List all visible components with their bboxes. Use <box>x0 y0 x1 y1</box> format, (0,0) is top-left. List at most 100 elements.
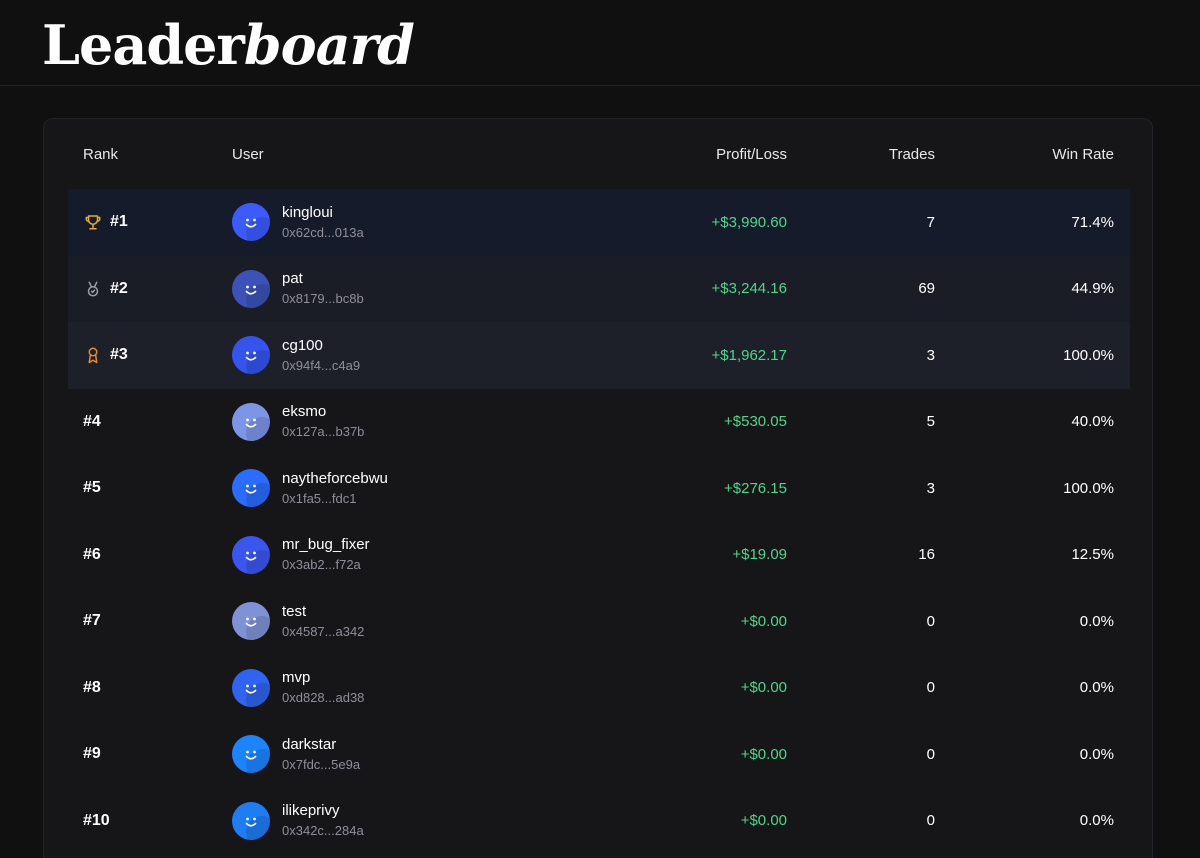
rank-label: #1 <box>110 213 128 231</box>
avatar[interactable] <box>232 801 270 840</box>
username[interactable]: naytheforcebwu <box>282 469 388 488</box>
smiley-face-icon <box>245 616 270 641</box>
win-rate-value: 0.0% <box>1079 612 1114 630</box>
profit-loss-value: +$0.00 <box>740 745 787 763</box>
leaderboard-card: Rank User Profit/Loss Trades Win Rate #1… <box>43 118 1153 858</box>
rank-cell: #1 <box>68 212 232 232</box>
user-cell[interactable]: darkstar 0x7fdc...5e9a <box>232 735 532 774</box>
page-header: Leaderboard <box>0 0 1200 86</box>
leaderboard-page: Leaderboard Rank User Profit/Loss Trades… <box>0 0 1200 858</box>
wallet-address: 0x7fdc...5e9a <box>282 756 361 772</box>
smiley-face-icon <box>245 283 270 308</box>
avatar[interactable] <box>232 336 270 375</box>
avatar[interactable] <box>232 535 270 574</box>
user-cell[interactable]: test 0x4587...a342 <box>232 602 532 641</box>
column-header-win-rate[interactable]: Win Rate <box>935 146 1130 163</box>
table-row[interactable]: #4 eksmo 0x127a...b37b +$530.05 5 40.0% <box>68 389 1130 456</box>
table-row[interactable]: #2 pat 0x8179...bc8b +$3,244.16 69 44.9% <box>68 255 1130 322</box>
profit-loss-value: +$276.15 <box>724 479 787 497</box>
wallet-address: 0x342c...284a <box>282 823 364 839</box>
column-header-profit-loss[interactable]: Profit/Loss <box>532 146 787 163</box>
rank-label: #2 <box>110 279 128 297</box>
table-row[interactable]: #7 test 0x4587...a342 +$0.00 0 0.0% <box>68 588 1130 655</box>
wallet-address: 0x4587...a342 <box>282 623 365 639</box>
user-info: mvp 0xd828...ad38 <box>282 668 364 707</box>
avatar[interactable] <box>232 203 270 242</box>
rank-label: #7 <box>83 612 101 630</box>
table-header: Rank User Profit/Loss Trades Win Rate <box>68 119 1130 189</box>
user-info: eksmo 0x127a...b37b <box>282 402 364 441</box>
table-row[interactable]: #3 cg100 0x94f4...c4a9 +$1,962.17 3 100.0% <box>68 322 1130 389</box>
wallet-address: 0x8179...bc8b <box>282 291 364 307</box>
table-row[interactable]: #6 mr_bug_fixer 0x3ab2...f72a +$19.09 16 12.5… <box>68 522 1130 589</box>
avatar[interactable] <box>232 402 270 441</box>
trades-value: 3 <box>926 479 935 497</box>
smiley-face-icon <box>245 483 270 508</box>
rank-cell: #5 <box>68 479 232 497</box>
username[interactable]: eksmo <box>282 402 364 421</box>
trophy-icon <box>83 212 103 232</box>
username[interactable]: ilikeprivy <box>282 801 364 820</box>
trades-value: 69 <box>918 280 935 298</box>
wallet-address: 0xd828...ad38 <box>282 690 365 706</box>
smiley-face-icon <box>245 682 270 707</box>
profit-loss-value: +$3,990.60 <box>711 213 788 231</box>
table-row[interactable]: #9 darkstar 0x7fdc...5e9a +$0.00 0 0.0% <box>68 721 1130 788</box>
rank-cell: #4 <box>68 413 232 431</box>
profit-loss-value: +$0.00 <box>740 612 787 630</box>
user-cell[interactable]: mvp 0xd828...ad38 <box>232 668 532 707</box>
wallet-address: 0x94f4...c4a9 <box>282 357 361 373</box>
username[interactable]: pat <box>282 269 364 288</box>
user-cell[interactable]: pat 0x8179...bc8b <box>232 269 532 308</box>
column-header-user[interactable]: User <box>232 146 532 163</box>
username[interactable]: mr_bug_fixer <box>282 535 370 554</box>
user-cell[interactable]: cg100 0x94f4...c4a9 <box>232 336 532 375</box>
win-rate-value: 12.5% <box>1071 546 1114 564</box>
username[interactable]: test <box>282 602 364 621</box>
table-row[interactable]: #10 ilikeprivy 0x342c...284a +$0.00 0 0.0% <box>68 788 1130 855</box>
profit-loss-value: +$0.00 <box>740 679 787 697</box>
avatar[interactable] <box>232 469 270 508</box>
smiley-face-icon <box>245 749 270 774</box>
user-cell[interactable]: ilikeprivy 0x342c...284a <box>232 801 532 840</box>
rank-label: #5 <box>83 479 101 497</box>
profit-loss-value: +$3,244.16 <box>711 280 788 298</box>
user-info: pat 0x8179...bc8b <box>282 269 364 308</box>
avatar[interactable] <box>232 735 270 774</box>
avatar[interactable] <box>232 668 270 707</box>
rank-label: #10 <box>83 811 110 829</box>
user-cell[interactable]: kingloui 0x62cd...013a <box>232 203 532 242</box>
page-title-regular: Leader <box>42 13 245 77</box>
table-row[interactable]: #5 naytheforcebwu 0x1fa5...fdc1 +$276.15 3 10… <box>68 455 1130 522</box>
table-row[interactable]: #1 kingloui 0x62cd...013a +$3,990.60 7 71.4% <box>68 189 1130 256</box>
user-cell[interactable]: naytheforcebwu 0x1fa5...fdc1 <box>232 469 532 508</box>
smiley-face-icon <box>245 350 270 375</box>
trades-value: 3 <box>926 346 935 364</box>
wallet-address: 0x1fa5...fdc1 <box>282 490 357 506</box>
username[interactable]: darkstar <box>282 735 360 754</box>
rank-cell: #8 <box>68 679 232 697</box>
user-info: darkstar 0x7fdc...5e9a <box>282 735 360 774</box>
user-cell[interactable]: eksmo 0x127a...b37b <box>232 402 532 441</box>
trades-value: 5 <box>926 413 935 431</box>
trades-value: 0 <box>926 612 935 630</box>
user-cell[interactable]: mr_bug_fixer 0x3ab2...f72a <box>232 535 532 574</box>
user-info: ilikeprivy 0x342c...284a <box>282 801 364 840</box>
rank-cell: #3 <box>68 345 232 365</box>
column-header-trades[interactable]: Trades <box>787 146 935 163</box>
win-rate-value: 100.0% <box>1063 346 1114 364</box>
page-title: Leaderboard <box>42 13 415 77</box>
table-row[interactable]: #8 mvp 0xd828...ad38 +$0.00 0 0.0% <box>68 655 1130 722</box>
rank-label: #6 <box>83 545 101 563</box>
username[interactable]: kingloui <box>282 203 364 222</box>
trades-value: 0 <box>926 679 935 697</box>
trades-value: 16 <box>918 546 935 564</box>
win-rate-value: 44.9% <box>1071 280 1114 298</box>
avatar[interactable] <box>232 602 270 641</box>
username[interactable]: cg100 <box>282 336 360 355</box>
wallet-address: 0x127a...b37b <box>282 424 365 440</box>
column-header-rank[interactable]: Rank <box>68 146 232 163</box>
username[interactable]: mvp <box>282 668 364 687</box>
avatar[interactable] <box>232 269 270 308</box>
win-rate-value: 40.0% <box>1071 413 1114 431</box>
